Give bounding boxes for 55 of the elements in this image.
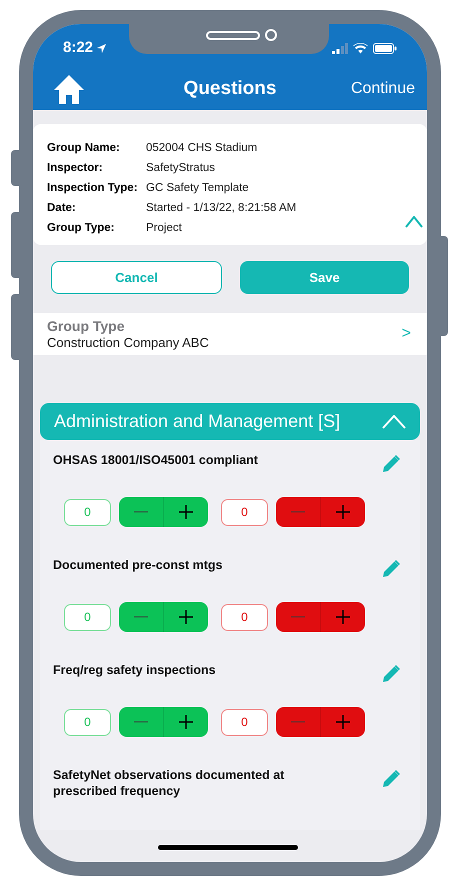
question-text: OHSAS 18001/ISO45001 compliant bbox=[53, 452, 259, 468]
field-label: Inspection Type: bbox=[47, 181, 139, 196]
negative-count-field[interactable]: 0 bbox=[221, 498, 268, 526]
home-icon[interactable] bbox=[53, 73, 85, 105]
group-type-label: Group Type bbox=[47, 318, 126, 334]
edit-icon[interactable] bbox=[381, 559, 401, 579]
collapse-icon[interactable] bbox=[405, 216, 423, 228]
battery-icon bbox=[373, 42, 397, 54]
field-value: SafetyStratus bbox=[146, 161, 216, 176]
edit-icon[interactable] bbox=[381, 664, 401, 684]
plus-icon bbox=[336, 610, 350, 624]
plus-icon bbox=[179, 610, 193, 624]
location-icon bbox=[96, 42, 108, 54]
field-value: GC Safety Template bbox=[146, 181, 249, 196]
cancel-button[interactable]: Cancel bbox=[51, 261, 222, 294]
edit-icon[interactable] bbox=[381, 769, 401, 789]
plus-icon bbox=[336, 715, 350, 729]
positive-count-field[interactable]: 0 bbox=[64, 498, 111, 526]
minus-icon bbox=[134, 511, 148, 513]
screen-title: Questions bbox=[184, 76, 276, 101]
field-label: Date: bbox=[47, 201, 77, 216]
section-header[interactable]: Administration and Management [S] bbox=[40, 403, 420, 440]
group-type-value: Construction Company ABC bbox=[47, 334, 210, 350]
positive-count-field[interactable]: 0 bbox=[64, 604, 111, 630]
edit-icon[interactable] bbox=[381, 454, 401, 474]
minus-icon bbox=[134, 616, 148, 618]
continue-button[interactable]: Continue bbox=[350, 77, 415, 101]
chevron-right: > bbox=[402, 324, 411, 344]
save-button[interactable]: Save bbox=[240, 261, 409, 294]
negative-count-field[interactable]: 0 bbox=[221, 708, 268, 736]
camera bbox=[265, 29, 277, 41]
question-text: SafetyNet observations documented at prescribed frequency bbox=[53, 767, 286, 799]
negative-count-field[interactable]: 0 bbox=[221, 604, 268, 630]
plus-icon bbox=[336, 505, 350, 519]
question-text: Freq/reg safety inspections bbox=[53, 662, 217, 678]
section-title: Administration and Management [S] bbox=[54, 410, 342, 433]
field-label: Group Name: bbox=[47, 141, 121, 156]
plus-icon bbox=[179, 505, 193, 519]
minus-icon bbox=[291, 616, 305, 618]
minus-icon bbox=[134, 721, 148, 723]
minus-icon bbox=[291, 721, 305, 723]
speaker bbox=[206, 31, 260, 40]
positive-count-field[interactable]: 0 bbox=[64, 708, 111, 736]
field-value: Project bbox=[146, 221, 182, 236]
question-text: Documented pre-const mtgs bbox=[53, 557, 224, 573]
minus-icon bbox=[291, 511, 305, 513]
field-value: 052004 CHS Stadium bbox=[146, 141, 258, 156]
field-label: Group Type: bbox=[47, 221, 116, 236]
group-type-row[interactable]: Group Type Construction Company ABC > bbox=[33, 313, 427, 355]
plus-icon bbox=[179, 715, 193, 729]
signal-icon bbox=[332, 42, 348, 54]
field-value: Started - 1/13/22, 8:21:58 AM bbox=[146, 201, 296, 216]
field-label: Inspector: bbox=[47, 161, 104, 176]
wifi-icon bbox=[353, 42, 368, 54]
status-time: 8:22 bbox=[63, 38, 94, 58]
